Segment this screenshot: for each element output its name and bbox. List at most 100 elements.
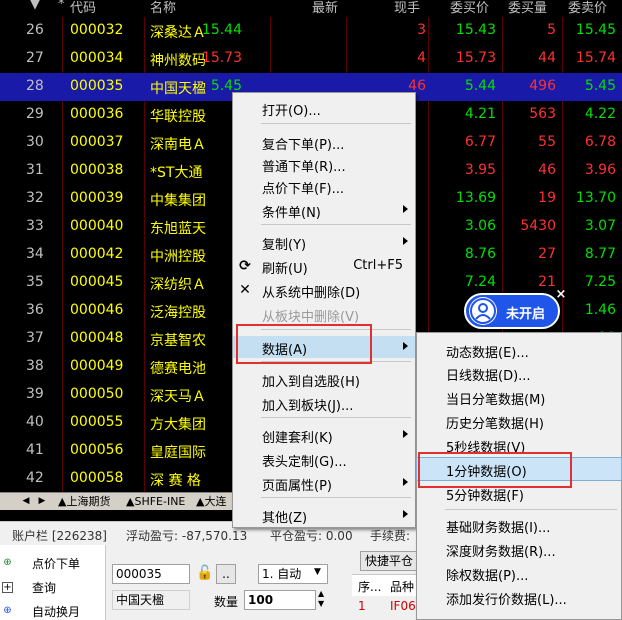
menu-item-1[interactable]: 复合下单(P)...: [233, 131, 415, 153]
row-code: 000036: [70, 106, 124, 122]
qty-stepper-icon[interactable]: ▲ ▼: [318, 589, 324, 609]
menu-item-11[interactable]: 加入到板块(J)...: [233, 392, 415, 414]
row-ask: 1.46: [584, 302, 616, 318]
table-row[interactable]: 27 000034 神州数码 15.73 4 15.73 44 15.74: [0, 45, 622, 73]
submenu-item-9[interactable]: 除权数据(P)...: [417, 562, 621, 584]
tab-next-icon[interactable]: ▶: [36, 495, 48, 508]
close-icon[interactable]: ×: [554, 288, 568, 302]
menu-item-label: 加入到自选股(H): [262, 375, 360, 390]
menu-item-7[interactable]: ✕ 从系统中删除(D): [233, 279, 415, 301]
header-ask[interactable]: 委卖价: [568, 0, 607, 16]
highlight-box-1min: [418, 452, 572, 488]
row-ask: 7.25: [584, 274, 616, 290]
menu-item-13[interactable]: 表头定制(G)...: [233, 448, 415, 470]
status-badge[interactable]: 未开启: [464, 293, 560, 329]
menu-item-12[interactable]: 创建套利(K): [233, 424, 415, 446]
submenu-item-0[interactable]: 动态数据(E)...: [417, 339, 621, 361]
row-name: 方大集团: [150, 417, 206, 433]
row-index: 34: [26, 246, 44, 262]
menu-item-3[interactable]: 点价下单(F)...: [233, 175, 415, 197]
row-index: 33: [26, 218, 44, 234]
row-code: 000032: [70, 22, 124, 38]
more-button[interactable]: ..: [216, 564, 236, 584]
header-code[interactable]: 代码: [70, 0, 96, 16]
submenu-arrow-icon: [403, 237, 408, 245]
row-ask: 13.70: [575, 190, 616, 206]
row-name: *ST大通: [150, 165, 203, 181]
expand-icon[interactable]: +: [2, 582, 13, 593]
delete-icon: ✕: [239, 282, 251, 298]
row-ask: 8.77: [584, 246, 616, 262]
qty-input[interactable]: 100: [244, 590, 316, 610]
quote-table-header: ▼ * 代码 名称 最新 现手 委买价 委买量 委卖价: [0, 0, 622, 17]
row-name: 神州数码: [150, 53, 206, 69]
header-volume[interactable]: 现手: [394, 0, 420, 16]
menu-item-15[interactable]: 其他(Z): [233, 504, 415, 526]
row-name: 皇庭国际: [150, 445, 206, 461]
nav-item-auto-roll[interactable]: 自动换月: [32, 603, 80, 620]
menu-item-10[interactable]: 加入到自选股(H): [233, 368, 415, 390]
header-bid[interactable]: 委买价: [450, 0, 489, 16]
row-index: 27: [26, 50, 44, 66]
nav-item-point-order[interactable]: 点价下单: [32, 555, 80, 572]
menu-item-label: 加入到板块(J)...: [262, 399, 354, 414]
row-index: 42: [26, 470, 44, 486]
submenu-item-label: 基础财务数据(I)...: [446, 521, 551, 536]
submenu-item-label: 除权数据(P)...: [446, 569, 529, 584]
header-star: *: [58, 0, 65, 12]
row-code: 000050: [70, 386, 124, 402]
row-bid-vol: 563: [529, 106, 556, 122]
table-row[interactable]: 26 000032 深桑达Ａ 15.44 3 15.43 5 15.45: [0, 17, 622, 45]
menu-item-14[interactable]: 页面属性(P): [233, 472, 415, 494]
menu-item-6[interactable]: ⟳ 刷新(U) Ctrl+F5: [233, 255, 415, 277]
code-input[interactable]: 000035: [112, 564, 190, 584]
fee-label: 手续费:: [370, 529, 411, 543]
row-bid-vol: 5: [547, 22, 556, 38]
auto-roll-icon: ⊕: [3, 605, 12, 616]
row-code: 000055: [70, 414, 124, 430]
menu-item-0[interactable]: 打开(O)...: [233, 97, 415, 119]
row-index: 30: [26, 134, 44, 150]
col-seq[interactable]: 序...: [358, 578, 381, 595]
row-name: 德赛电池: [150, 361, 206, 377]
sort-indicator-icon[interactable]: ▼: [30, 0, 40, 12]
grid-row-seq[interactable]: 1: [358, 599, 366, 613]
row-code: 000056: [70, 442, 124, 458]
chevron-down-icon[interactable]: ▼: [314, 567, 321, 577]
submenu-item-3[interactable]: 历史分笔数据(H): [417, 410, 621, 432]
menu-item-label: 打开(O)...: [262, 104, 321, 119]
tab-shfe-ine[interactable]: ▲SHFE-INE: [126, 494, 185, 510]
header-bid-vol[interactable]: 委买量: [508, 0, 547, 16]
grid-row-code[interactable]: IF06: [390, 599, 416, 613]
row-index: 35: [26, 274, 44, 290]
menu-item-label: 点价下单(F)...: [262, 182, 345, 197]
submenu-item-10[interactable]: 添加发行价数据(L)...: [417, 586, 621, 608]
float-pnl: 浮动盈亏: -87,570.13: [126, 529, 248, 543]
row-bid: 4.21: [464, 106, 496, 122]
lock-icon[interactable]: 🔓: [196, 565, 213, 581]
menu-item-5[interactable]: 复制(Y): [233, 231, 415, 253]
submenu-item-8[interactable]: 深度财务数据(R)...: [417, 538, 621, 560]
menu-item-4[interactable]: 条件单(N): [233, 199, 415, 221]
row-index: 36: [26, 302, 44, 318]
row-name: 深 赛 格: [150, 473, 201, 489]
menu-item-2[interactable]: 普通下单(R)...: [233, 153, 415, 175]
submenu-item-7[interactable]: 基础财务数据(I)...: [417, 514, 621, 536]
tab-dalian[interactable]: ▲大连: [196, 494, 226, 510]
quick-close-button[interactable]: 快捷平仓: [360, 551, 418, 571]
point-order-icon: ⊕: [3, 557, 12, 568]
submenu-item-1[interactable]: 日线数据(D)...: [417, 362, 621, 384]
header-name[interactable]: 名称: [150, 0, 176, 16]
menu-item-label: 创建套利(K): [262, 431, 333, 446]
row-name: 深南电Ａ: [150, 137, 206, 153]
header-last[interactable]: 最新: [312, 0, 338, 16]
row-index: 28: [26, 78, 44, 94]
name-field: 中国天楹: [112, 590, 190, 610]
menu-item-label: 复合下单(P)...: [262, 138, 345, 153]
submenu-item-2[interactable]: 当日分笔数据(M): [417, 386, 621, 408]
tab-prev-icon[interactable]: ◀: [20, 495, 32, 508]
nav-item-query[interactable]: 查询: [32, 579, 56, 596]
tab-shfe[interactable]: ▲上海期货: [58, 494, 110, 510]
col-symbol[interactable]: 品种: [390, 578, 414, 595]
menu-item-label: 条件单(N): [262, 206, 321, 221]
